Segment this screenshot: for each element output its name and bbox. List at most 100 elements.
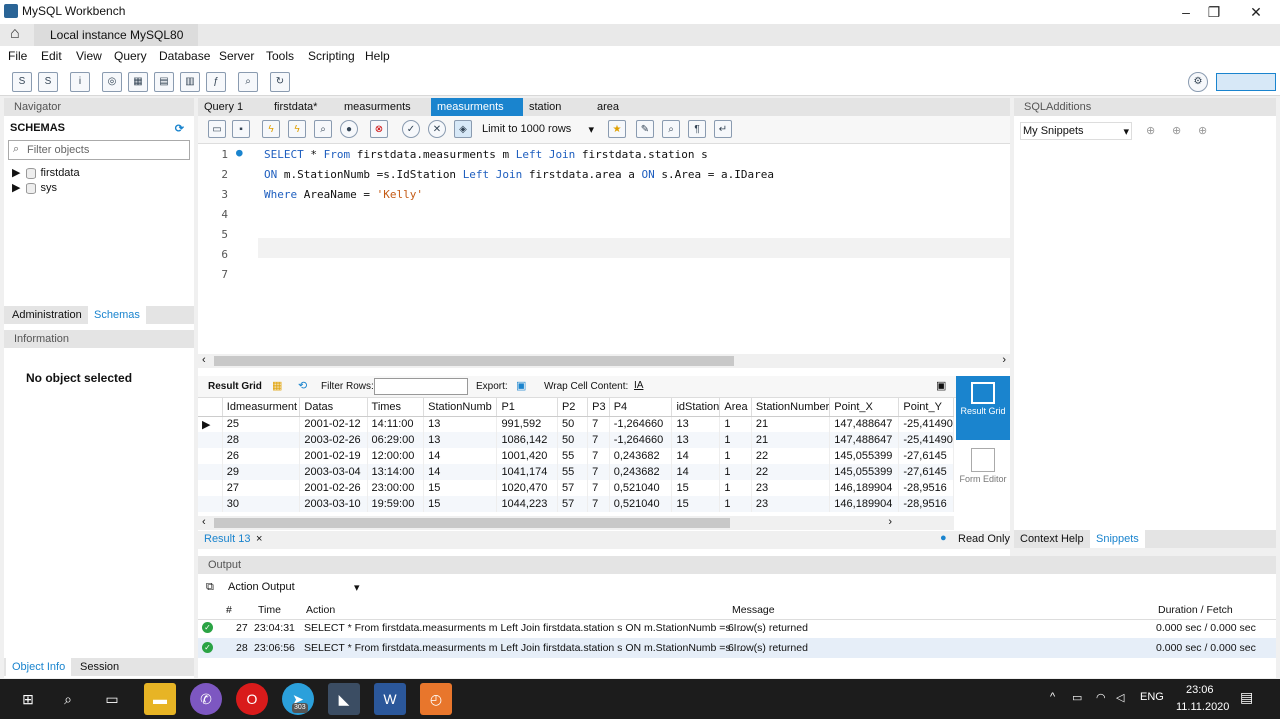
- row-selector[interactable]: [198, 480, 223, 496]
- table-cell[interactable]: 57: [557, 480, 589, 496]
- tab-context-help[interactable]: Context Help: [1014, 530, 1090, 548]
- output-row[interactable]: ✓ 28 23:06:56 SELECT * From firstdata.me…: [198, 638, 1276, 658]
- language-indicator[interactable]: ENG: [1140, 691, 1164, 703]
- menu-view[interactable]: View: [76, 49, 102, 63]
- toggle-panel-icon[interactable]: ▣: [936, 379, 946, 392]
- table-cell[interactable]: 145,055399: [829, 448, 900, 464]
- create-view-icon[interactable]: ▤: [154, 72, 174, 92]
- copy-icon[interactable]: ⧉: [206, 581, 214, 594]
- table-cell[interactable]: 13: [671, 416, 721, 432]
- table-cell[interactable]: 21: [751, 416, 831, 432]
- table-cell[interactable]: 147,488647: [829, 416, 900, 432]
- table-cell[interactable]: 12:00:00: [367, 448, 425, 464]
- output-select[interactable]: ⧉ Action Output ▾: [204, 578, 364, 598]
- table-cell[interactable]: -1,264660: [609, 432, 673, 448]
- maximize-button[interactable]: ❐: [1194, 2, 1234, 22]
- wifi-icon[interactable]: ◠: [1096, 691, 1106, 704]
- column-header[interactable]: P3: [587, 398, 610, 417]
- table-cell[interactable]: 1: [719, 448, 752, 464]
- close-icon[interactable]: ×: [256, 533, 262, 545]
- connection-tab[interactable]: Local instance MySQL80 ×: [34, 24, 198, 56]
- schema-item-firstdata[interactable]: ▶ firstdata: [12, 166, 80, 179]
- opera-icon[interactable]: O: [236, 683, 268, 715]
- scroll-right-icon[interactable]: ›: [1002, 354, 1006, 366]
- create-schema-icon[interactable]: ◎: [102, 72, 122, 92]
- chevron-up-icon[interactable]: ^: [1050, 691, 1055, 703]
- edit-snippet-icon[interactable]: ⊕: [1172, 124, 1181, 137]
- menu-database[interactable]: Database: [159, 49, 210, 63]
- column-header[interactable]: StationNumber: [751, 398, 831, 417]
- column-header[interactable]: idStation: [671, 398, 721, 417]
- table-cell[interactable]: 1086,142: [496, 432, 558, 448]
- row-selector[interactable]: [198, 464, 223, 480]
- table-cell[interactable]: 7: [587, 496, 610, 512]
- table-cell[interactable]: 50: [557, 416, 589, 432]
- autocommit-icon[interactable]: ◈: [454, 120, 472, 138]
- table-cell[interactable]: 145,055399: [829, 464, 900, 480]
- table-cell[interactable]: 14: [423, 448, 498, 464]
- refresh-icon[interactable]: ⟳: [175, 122, 184, 135]
- table-cell[interactable]: 1: [719, 480, 752, 496]
- table-cell[interactable]: 146,189904: [829, 496, 900, 512]
- menu-help[interactable]: Help: [365, 49, 390, 63]
- result-tab[interactable]: Result 13: [204, 533, 250, 545]
- table-cell[interactable]: 2003-03-04: [299, 464, 368, 480]
- table-cell[interactable]: 13: [423, 416, 498, 432]
- tab-station[interactable]: station: [523, 98, 591, 116]
- table-cell[interactable]: -27,6145: [898, 464, 954, 480]
- tab-object-info[interactable]: Object Info: [6, 658, 72, 676]
- scroll-left-icon[interactable]: ‹: [202, 516, 206, 528]
- table-cell[interactable]: 7: [587, 432, 610, 448]
- table-row[interactable]: ▶ 25 2001-02-12 14:11:00 13 991,592 50 7 -1,2646…: [198, 416, 954, 432]
- scrollbar-thumb[interactable]: [214, 356, 734, 366]
- table-cell[interactable]: 146,189904: [829, 480, 900, 496]
- create-procedure-icon[interactable]: ▥: [180, 72, 200, 92]
- table-cell[interactable]: 1: [719, 496, 752, 512]
- grid-horizontal-scrollbar[interactable]: ‹ ›: [198, 516, 954, 530]
- save-icon[interactable]: ▪: [232, 120, 250, 138]
- reconnect-icon[interactable]: ↻: [270, 72, 290, 92]
- open-sql-script-icon[interactable]: S: [38, 72, 58, 92]
- inspector-icon[interactable]: i: [70, 72, 90, 92]
- battery-icon[interactable]: ▭: [1072, 691, 1082, 704]
- table-cell[interactable]: 991,592: [496, 416, 558, 432]
- row-selector[interactable]: [198, 448, 223, 464]
- table-cell[interactable]: 0,243682: [609, 448, 673, 464]
- word-icon[interactable]: W: [374, 683, 406, 715]
- mysql-workbench-taskbar-icon[interactable]: ◣: [328, 683, 360, 715]
- panel-toggle-icon[interactable]: [1216, 73, 1276, 91]
- table-cell[interactable]: 23: [751, 496, 831, 512]
- table-cell[interactable]: 1044,223: [496, 496, 558, 512]
- create-table-icon[interactable]: ▦: [128, 72, 148, 92]
- scrollbar-thumb[interactable]: [214, 518, 730, 528]
- tab-measurments-1[interactable]: measurments: [338, 98, 430, 116]
- toggle-error-icon[interactable]: ⊗: [370, 120, 388, 138]
- table-cell[interactable]: 14: [423, 464, 498, 480]
- column-header[interactable]: P2: [557, 398, 589, 417]
- explain-icon[interactable]: ⌕: [314, 120, 332, 138]
- execute-current-icon[interactable]: ϟ: [288, 120, 306, 138]
- table-row[interactable]: 27 2001-02-26 23:00:00 15 1020,470 57 7 0,52104…: [198, 480, 954, 496]
- table-cell[interactable]: 14: [671, 464, 721, 480]
- column-header[interactable]: StationNumb: [423, 398, 498, 417]
- tab-schemas[interactable]: Schemas: [88, 306, 146, 324]
- editor-horizontal-scrollbar[interactable]: ‹ ›: [198, 354, 1010, 368]
- table-cell[interactable]: 13: [671, 432, 721, 448]
- close-window-button[interactable]: ✕: [1236, 2, 1276, 22]
- table-cell[interactable]: 0,521040: [609, 496, 673, 512]
- volume-icon[interactable]: ◁: [1116, 691, 1124, 704]
- filter-rows-input[interactable]: [374, 378, 468, 395]
- limit-rows-select[interactable]: Limit to 1000 rows ▾: [482, 123, 594, 139]
- menu-file[interactable]: File: [8, 49, 27, 63]
- table-cell[interactable]: 7: [587, 448, 610, 464]
- table-cell[interactable]: 25: [222, 416, 301, 432]
- row-selector[interactable]: [198, 496, 223, 512]
- app-icon[interactable]: ◴: [420, 683, 452, 715]
- create-function-icon[interactable]: ƒ: [206, 72, 226, 92]
- table-cell[interactable]: 23:00:00: [367, 480, 425, 496]
- result-grid-button[interactable]: Result Grid: [956, 376, 1010, 440]
- table-cell[interactable]: 23: [751, 480, 831, 496]
- table-cell[interactable]: 1041,174: [496, 464, 558, 480]
- column-header[interactable]: Area: [719, 398, 752, 417]
- column-header[interactable]: P1: [496, 398, 558, 417]
